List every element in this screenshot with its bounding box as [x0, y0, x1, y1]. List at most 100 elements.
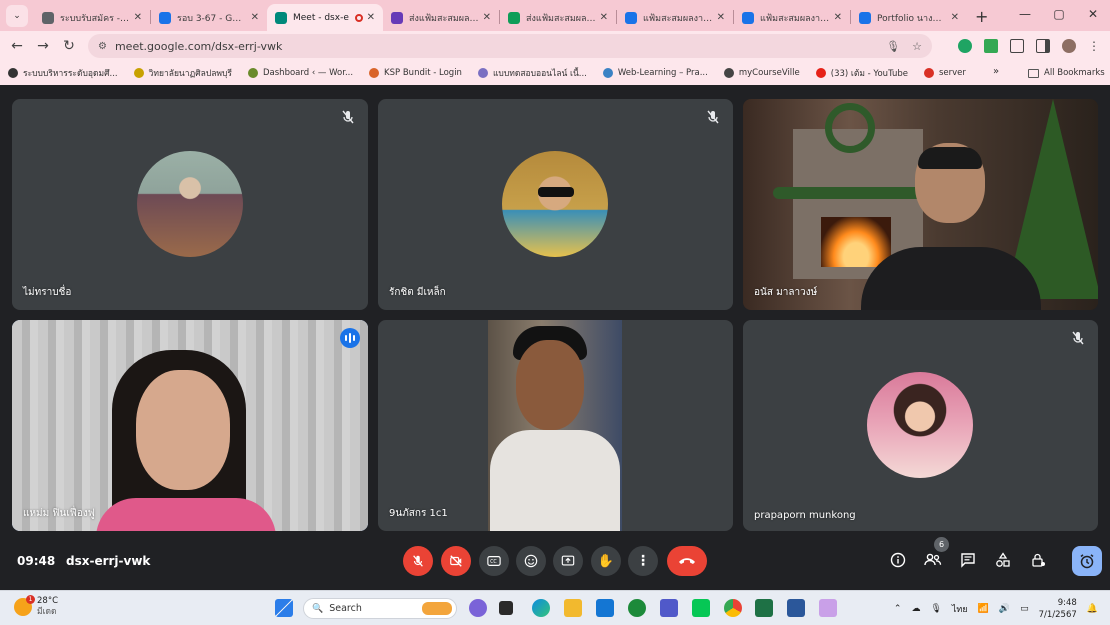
- camera-toggle-button[interactable]: [441, 546, 471, 576]
- present-button[interactable]: [553, 546, 583, 576]
- language-indicator[interactable]: ไทย: [952, 602, 968, 616]
- activities-button[interactable]: [993, 550, 1013, 570]
- word-icon[interactable]: [787, 599, 805, 617]
- side-panel-icon[interactable]: [1036, 39, 1050, 53]
- weather-widget[interactable]: 1 28°C มีเดด: [14, 595, 58, 618]
- bookmark-label: Web-Learning – Pra...: [617, 68, 708, 78]
- new-tab-button[interactable]: +: [975, 7, 988, 26]
- maximize-icon[interactable]: ▢: [1042, 0, 1076, 31]
- wifi-icon[interactable]: 📶: [978, 604, 989, 614]
- teams-icon[interactable]: [660, 599, 678, 617]
- profile-avatar[interactable]: [1062, 39, 1076, 53]
- tab-search-button[interactable]: ⌄: [6, 5, 28, 27]
- captions-icon: CC: [487, 556, 501, 566]
- close-tab-icon[interactable]: ✕: [134, 12, 142, 23]
- close-window-icon[interactable]: ✕: [1076, 0, 1110, 31]
- bookmark-favicon-icon: [723, 68, 734, 78]
- file-explorer-icon[interactable]: [564, 599, 582, 617]
- all-bookmarks-button[interactable]: All Bookmarks: [1028, 61, 1105, 85]
- browser-tab[interactable]: แฟ้มสะสมผลงาน ร ✕: [734, 4, 850, 31]
- edge-browser-icon[interactable]: [532, 599, 550, 617]
- tray-overflow-chevron-icon[interactable]: ⌃: [894, 604, 902, 614]
- chat-button[interactable]: [958, 550, 978, 570]
- address-bar[interactable]: ⚙ meet.google.com/dsx-errj-vwk 🎙 ☆: [88, 34, 932, 58]
- mic-toggle-button[interactable]: [403, 546, 433, 576]
- grammarly-extension-icon[interactable]: [958, 39, 972, 53]
- meeting-time: 09:48: [17, 554, 56, 568]
- xbox-icon[interactable]: [628, 599, 646, 617]
- browser-tab[interactable]: ส่งแฟ้มสะสมผลงาน ✕: [383, 4, 499, 31]
- chrome-icon[interactable]: [724, 599, 742, 617]
- host-controls-button[interactable]: [1028, 550, 1048, 570]
- raise-hand-button[interactable]: ✋: [591, 546, 621, 576]
- bookmark-star-icon[interactable]: ☆: [912, 40, 922, 53]
- menu-kebab-icon[interactable]: ⋮: [1088, 39, 1100, 53]
- volume-icon[interactable]: 🔊: [999, 604, 1010, 614]
- excel-icon[interactable]: [755, 599, 773, 617]
- bookmark-item[interactable]: แบบทดสอบออนไลน์ เนื้...: [477, 66, 587, 80]
- participant-tile[interactable]: prapaporn munkong: [743, 320, 1098, 531]
- copilot-icon[interactable]: [469, 599, 487, 617]
- bookmark-item[interactable]: ระบบบริหารระดับอุดมศึ...: [8, 66, 118, 80]
- tab-favicon-icon: [159, 11, 171, 24]
- microphone-tray-icon[interactable]: 🎙: [930, 604, 941, 614]
- bookmark-item[interactable]: Web-Learning – Pra...: [602, 66, 708, 80]
- reactions-button[interactable]: [516, 546, 546, 576]
- meeting-details-button[interactable]: [888, 550, 908, 570]
- windows-start-icon[interactable]: [275, 599, 293, 617]
- bookmark-item[interactable]: KSP Bundit - Login: [369, 66, 462, 80]
- browser-tab[interactable]: Meet - dsx-e ✕: [267, 4, 383, 31]
- tab-favicon-icon: [42, 11, 54, 24]
- bookmark-favicon-icon: [133, 68, 144, 78]
- mail-icon[interactable]: [596, 599, 614, 617]
- snipping-tool-icon[interactable]: [819, 599, 837, 617]
- bookmark-item[interactable]: Dashboard ‹ — Wor...: [248, 66, 353, 80]
- bookmark-item[interactable]: myCourseVille: [723, 66, 800, 80]
- reload-icon[interactable]: ↻: [56, 38, 82, 54]
- extensions-puzzle-icon[interactable]: [1010, 39, 1024, 53]
- close-tab-icon[interactable]: ✕: [951, 12, 959, 23]
- close-tab-icon[interactable]: ✕: [600, 12, 608, 23]
- system-clock[interactable]: 9:48 7/1/2567: [1039, 597, 1077, 621]
- browser-tab[interactable]: ระบบรับสมัคร - ระบ ✕: [34, 4, 150, 31]
- participant-video-tile[interactable]: อนัส มาลาวงษ์: [743, 99, 1098, 310]
- garland-graphic: [773, 187, 933, 199]
- participant-tile[interactable]: รักชิต มีเหล็ก: [378, 99, 733, 310]
- people-button[interactable]: [923, 550, 943, 570]
- bookmark-item[interactable]: วิทยาลัยนาฏศิลปลพบุรี: [133, 66, 232, 80]
- close-tab-icon[interactable]: ✕: [483, 12, 491, 23]
- person-shirt: [861, 247, 1041, 310]
- browser-tab[interactable]: Portfolio นางสาวโ ✕: [851, 4, 967, 31]
- captions-button[interactable]: CC: [479, 546, 509, 576]
- task-view-icon[interactable]: [499, 601, 513, 615]
- browser-tab[interactable]: แฟ้มสะสมผลงาน ร ✕: [617, 4, 733, 31]
- browser-tab[interactable]: ส่งแฟ้มสะสมผลงาน ✕: [500, 4, 616, 31]
- participant-tile[interactable]: ไม่ทราบชื่อ: [12, 99, 368, 310]
- extension-icon[interactable]: [984, 39, 998, 53]
- onedrive-cloud-icon[interactable]: ☁: [911, 604, 920, 614]
- close-tab-icon[interactable]: ✕: [717, 12, 725, 23]
- leave-call-button[interactable]: [667, 546, 707, 576]
- notification-bell-icon[interactable]: 🔔: [1087, 604, 1098, 614]
- site-info-icon[interactable]: ⚙: [98, 41, 107, 52]
- more-bookmarks-icon[interactable]: »: [993, 66, 999, 77]
- back-icon[interactable]: ←: [4, 38, 30, 54]
- bookmark-item[interactable]: server: [923, 66, 966, 80]
- browser-tab[interactable]: รอบ 3-67 - Goog ✕: [151, 4, 267, 31]
- minimize-icon[interactable]: —: [1008, 0, 1042, 31]
- participant-video-tile-speaking[interactable]: แหม่ม ฟินเฟื่องฟู: [12, 320, 368, 531]
- close-tab-icon[interactable]: ✕: [367, 12, 375, 23]
- mic-permission-icon[interactable]: 🎙: [886, 40, 900, 53]
- more-options-button[interactable]: ⋮: [628, 546, 658, 576]
- taskbar-search[interactable]: 🔍 Search: [303, 598, 457, 619]
- participant-video-tile[interactable]: 9นภัสกร 1c1: [378, 320, 733, 531]
- close-tab-icon[interactable]: ✕: [834, 12, 842, 23]
- url-text[interactable]: meet.google.com/dsx-errj-vwk: [115, 40, 874, 53]
- line-app-icon[interactable]: [692, 599, 710, 617]
- alarm-timer-button[interactable]: [1072, 546, 1102, 576]
- forward-icon[interactable]: →: [30, 38, 56, 54]
- battery-icon[interactable]: ▭: [1020, 604, 1029, 614]
- close-tab-icon[interactable]: ✕: [251, 12, 259, 23]
- bookmark-item[interactable]: (33) เต้ม - YouTube: [815, 66, 908, 80]
- bookmark-favicon-icon: [477, 68, 488, 78]
